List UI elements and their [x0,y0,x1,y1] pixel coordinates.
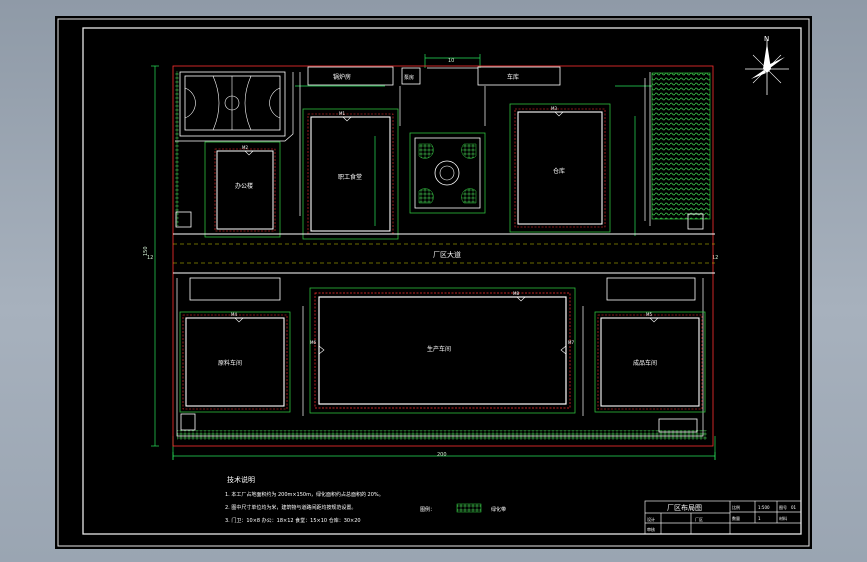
title-block-scale-label: 比例 [732,504,740,510]
raw-material-label: 原料车间 [218,359,242,367]
basketball-court [179,71,286,137]
title-block-design-label: 设计 [647,516,655,522]
legend-title: 图例： [420,506,435,513]
central-plaza [409,132,486,214]
door-m4: M4 [231,312,237,317]
production-label: 生产车间 [427,345,451,353]
garage-label: 车库 [507,73,519,81]
title-block-scale-value: 1:500 [758,505,770,510]
title-block-check-label: 审核 [647,526,655,532]
door-m7: M7 [568,340,574,345]
bottom-left-block [180,413,196,431]
door-m8: M8 [513,291,519,296]
legend-green-swatch [456,503,482,513]
title-block-name: 厂区 [695,517,703,522]
door-m5: M5 [646,312,652,317]
canteen-label: 职工食堂 [338,173,362,181]
notes-line-1: 1. 本工厂占地面积约为 200m×150m，绿化面积约占总面积的 20%。 [225,491,384,498]
warehouse-label: 仓库 [553,167,565,175]
title-block-title: 厂区布局图 [667,503,702,512]
notes-line-2: 2. 图中尺寸单位均为米，建筑物与道路间距均按规范设置。 [225,504,356,511]
door-markers [234,111,659,355]
dim-total-width: 200 [437,452,447,458]
north-label: N [764,35,769,43]
office-label: 办公楼 [235,182,253,190]
title-block-quantity-value: 1 [758,516,761,521]
lower-right-strip [606,277,696,301]
title-block-material-label: 材料 [779,515,787,521]
hedge-south [177,430,707,440]
drawing-sheet: N 12 12 200 150 10 锅炉房 泵房 车库 办公楼 职工食堂 仓库… [55,16,812,549]
finished-goods-label: 成品车间 [633,359,657,367]
door-m6: M6 [310,340,316,345]
dim-total-height: 150 [143,246,149,256]
boiler-label: 锅炉房 [333,73,351,81]
hedge-west [175,71,179,226]
legend-label: 绿化带 [491,506,506,513]
lower-left-strip [189,277,281,301]
title-block-sheet-label: 图号 [779,504,787,510]
door-m2: M2 [242,145,248,150]
title-block-quantity-label: 数量 [732,515,740,521]
pump-label: 泵房 [404,74,414,81]
north-arrow-icon [745,39,789,95]
dim-top-gate: 10 [448,58,454,64]
road-label: 厂区大道 [433,250,461,259]
notes-line-3: 3. 门卫：10×8 办公：18×12 食堂：15×10 仓库：30×20 [225,517,361,524]
green-area-northeast [651,72,711,220]
site-plan: N 12 12 200 150 10 锅炉房 泵房 车库 办公楼 职工食堂 仓库… [57,18,810,547]
notes-title: 技术说明 [227,475,255,484]
title-block-sheet-value: 01 [791,505,797,510]
door-m1: M1 [339,111,345,116]
door-m3: M3 [551,106,557,111]
